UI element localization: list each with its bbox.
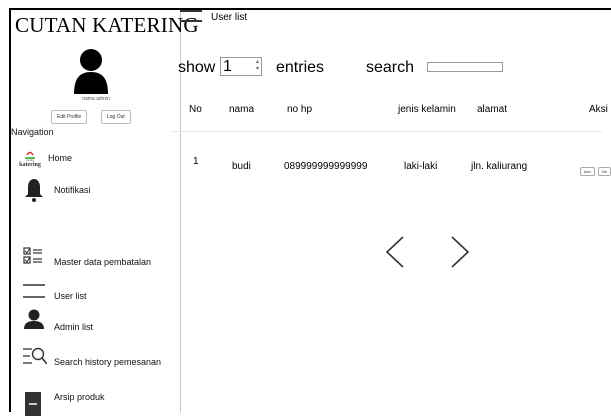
cell-nama: budi: [232, 161, 251, 172]
sidebar: CUTAN KATERING nama admin Edit Profile L…: [11, 10, 199, 416]
cell-jenis-kelamin: laki-laki: [404, 161, 438, 172]
hamburger-icon: [23, 284, 45, 298]
next-page-icon[interactable]: [449, 235, 471, 269]
search-label: search: [366, 59, 415, 76]
delete-button[interactable]: De: [598, 167, 611, 176]
bell-icon: [25, 179, 43, 202]
show-label: show: [178, 59, 216, 76]
sidebar-item-label: Home: [48, 153, 73, 163]
column-header-aksi: Aksi: [589, 104, 608, 115]
archive-icon: [25, 392, 41, 416]
sidebar-item-label: Notifikasi: [54, 185, 91, 195]
search-list-icon: [23, 347, 47, 365]
svg-text:katering: katering: [19, 162, 41, 168]
sidebar-item-notifikasi[interactable]: Notifikasi: [11, 178, 179, 204]
sidebar-item-user-list[interactable]: User list: [11, 284, 179, 310]
sidebar-item-label: Admin list: [54, 322, 94, 332]
nav-heading: Navigation: [11, 127, 54, 137]
sidebar-item-home[interactable]: cutan katering Home: [11, 146, 179, 172]
column-header-nama: nama: [229, 104, 255, 115]
user-icon: [24, 309, 44, 329]
cell-alamat: jln. kaliurang: [471, 161, 528, 172]
katering-logo-icon: cutan katering: [19, 151, 41, 168]
app-title: CUTAN KATERING: [15, 13, 199, 37]
entries-label: entries: [276, 59, 325, 76]
sidebar-item-admin-list[interactable]: Admin list: [11, 309, 179, 341]
column-header-alamat: alamat: [477, 104, 508, 115]
cell-no: 1: [193, 156, 199, 167]
sidebar-item-master-data-pembatalan[interactable]: Master data pembatalan: [11, 247, 179, 276]
page-title: User list: [211, 12, 248, 23]
column-header-no: No: [189, 104, 202, 115]
menu-toggle-button[interactable]: [180, 10, 202, 24]
table-header-divider: [172, 131, 602, 132]
entries-value: 1: [223, 58, 232, 75]
edit-profile-button[interactable]: Edit Profile: [51, 110, 88, 124]
entries-stepper[interactable]: 1 ▴ ▾: [220, 57, 262, 76]
hamburger-icon: [180, 10, 202, 12]
cell-no-hp: 089999999999999: [284, 161, 368, 172]
avatar-icon: [74, 49, 108, 94]
ban-button[interactable]: ban: [580, 167, 595, 176]
sidebar-item-label: Master data pembatalan: [54, 257, 152, 267]
column-header-no-hp: no hp: [287, 104, 313, 115]
hamburger-icon-line: [180, 20, 202, 22]
stepper-arrows-icon[interactable]: ▴ ▾: [256, 59, 259, 73]
sidebar-item-label: Arsip produk: [54, 392, 105, 402]
sidebar-item-arsip-produk[interactable]: Arsip produk: [11, 390, 179, 416]
search-input[interactable]: [427, 62, 503, 72]
sidebar-item-label: Search history pemesanan: [54, 357, 162, 367]
sidebar-item-search-history[interactable]: Search history pemesanan: [11, 347, 179, 376]
checklist-icon: [23, 247, 42, 264]
logout-button[interactable]: Log Out: [101, 110, 131, 124]
admin-name: nama admin: [82, 96, 110, 102]
column-header-jenis-kelamin: jenis kelamin: [398, 104, 456, 115]
prev-page-icon[interactable]: [384, 235, 406, 269]
sidebar-item-label: User list: [54, 291, 87, 301]
